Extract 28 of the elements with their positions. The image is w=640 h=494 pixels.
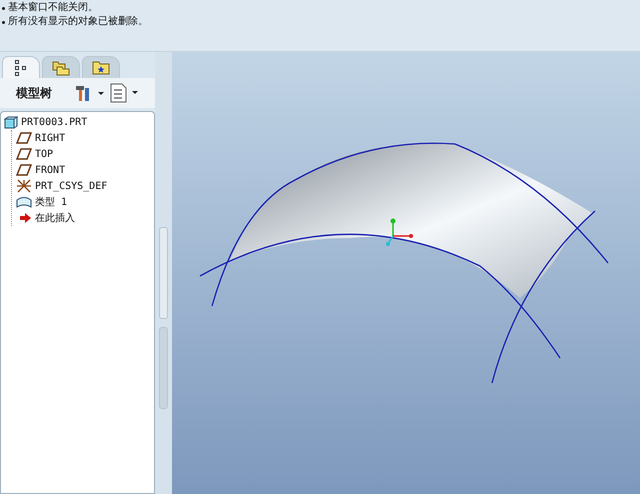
- tree-item[interactable]: 在此插入: [12, 210, 154, 226]
- tree-item[interactable]: FRONT: [12, 162, 154, 178]
- list-document-icon: [110, 83, 140, 103]
- resize-handle[interactable]: [159, 327, 168, 409]
- tree-item[interactable]: PRT0003.PRT: [1, 114, 154, 130]
- plane-icon: [16, 164, 32, 176]
- panel-title: 模型树: [16, 84, 52, 102]
- tree-item[interactable]: TOP: [12, 146, 154, 162]
- tools-icon: [74, 84, 106, 102]
- folder-star-icon: [92, 60, 110, 75]
- display-dropdown[interactable]: [110, 83, 140, 103]
- collapse-handle[interactable]: [159, 227, 168, 319]
- tree-item[interactable]: 类型 1: [12, 194, 154, 210]
- tree-item[interactable]: RIGHT: [12, 130, 154, 146]
- plane-icon: [16, 132, 32, 144]
- folders-icon: [52, 60, 70, 76]
- bullet-icon: [2, 20, 5, 24]
- bullet-icon: [2, 6, 5, 10]
- navigator-tab[interactable]: [2, 56, 40, 78]
- message-text: 基本窗口不能关闭。: [8, 1, 98, 15]
- axes-icon: [16, 179, 32, 193]
- plane-icon: [16, 148, 32, 160]
- cube-icon: [4, 116, 18, 128]
- settings-dropdown[interactable]: [74, 84, 106, 102]
- surface-icon: [16, 196, 32, 208]
- tree-item[interactable]: PRT_CSYS_DEF: [12, 178, 154, 194]
- tree-icon: [14, 60, 28, 76]
- message-text: 所有没有显示的对象已被删除。: [8, 15, 148, 29]
